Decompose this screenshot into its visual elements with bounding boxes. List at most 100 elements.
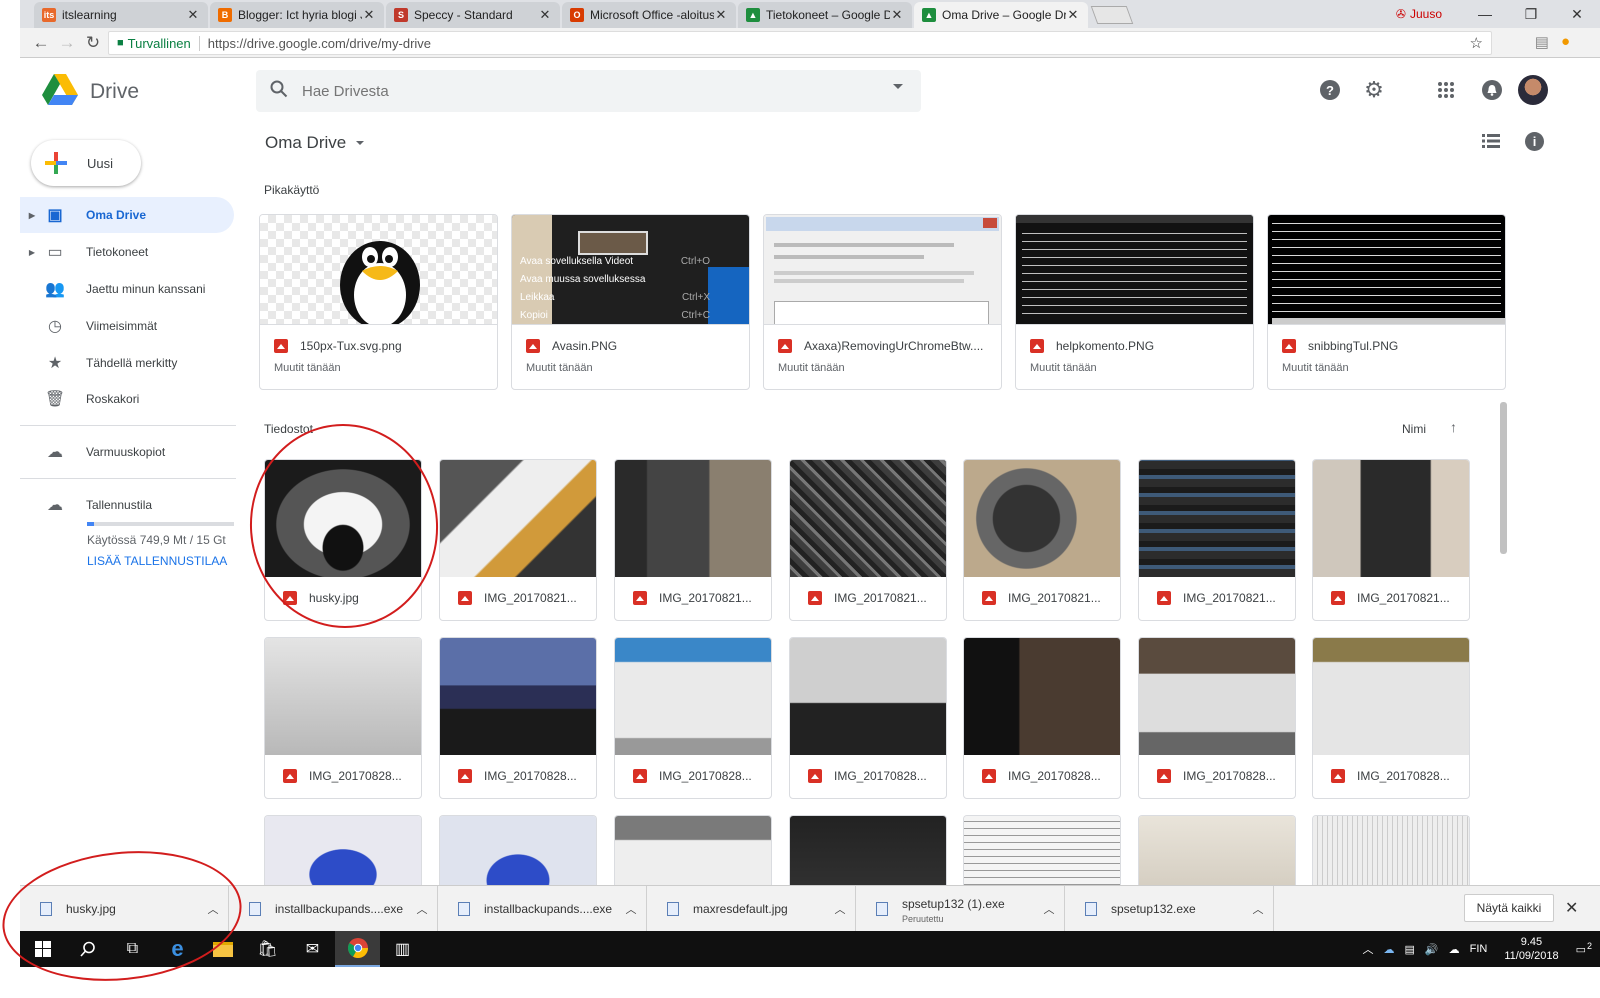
file-card[interactable]: [439, 815, 597, 885]
download-options-chevron-icon[interactable]: ︿: [825, 901, 855, 917]
download-item[interactable]: installbackupands....exe ︿: [438, 885, 647, 932]
show-all-downloads-button[interactable]: Näytä kaikki: [1464, 894, 1554, 922]
quick-access-thumbnail[interactable]: [1016, 215, 1253, 325]
file-thumbnail[interactable]: [790, 638, 946, 755]
quick-access-thumbnail[interactable]: [764, 215, 1001, 325]
file-card[interactable]: [963, 815, 1121, 885]
search-input[interactable]: [302, 82, 862, 100]
file-card[interactable]: IMG_20170828...: [264, 637, 422, 799]
sort-direction-arrow-icon[interactable]: ↑: [1450, 419, 1457, 435]
app-taskbar-icon[interactable]: ▥: [380, 931, 425, 967]
notifications-bell-icon[interactable]: [1480, 78, 1504, 102]
close-download-bar-icon[interactable]: ✕: [1565, 898, 1578, 918]
file-thumbnail[interactable]: [1139, 460, 1295, 577]
file-thumbnail[interactable]: [1139, 816, 1295, 885]
forward-icon[interactable]: →: [54, 33, 80, 53]
browser-tab[interactable]: ▲ Oma Drive – Google Drive✕: [914, 2, 1088, 28]
file-thumbnail[interactable]: [964, 460, 1120, 577]
file-card[interactable]: IMG_20170821...: [1138, 459, 1296, 621]
language-indicator[interactable]: FIN: [1470, 943, 1488, 955]
close-icon[interactable]: ✕: [1554, 6, 1600, 23]
download-options-chevron-icon[interactable]: ︿: [407, 901, 437, 917]
file-card[interactable]: [1138, 815, 1296, 885]
file-card[interactable]: [1312, 815, 1470, 885]
extension-icon[interactable]: ▤: [1535, 33, 1549, 51]
search-icon[interactable]: [256, 80, 302, 103]
download-item[interactable]: maxresdefault.jpg ︿: [647, 885, 856, 932]
breadcrumb[interactable]: Oma Drive: [265, 133, 365, 153]
file-card[interactable]: [789, 815, 947, 885]
file-thumbnail[interactable]: [790, 460, 946, 577]
file-card[interactable]: IMG_20170821...: [614, 459, 772, 621]
sidebar-item-my-drive[interactable]: ▶ ▣ Oma Drive: [20, 197, 234, 233]
file-card[interactable]: IMG_20170821...: [439, 459, 597, 621]
browser-user[interactable]: ✇ Juuso: [1396, 7, 1442, 21]
back-icon[interactable]: ←: [28, 33, 54, 53]
browser-tab[interactable]: B Blogger: Ict hyria blogi Ju ✕: [210, 2, 384, 28]
quick-access-card[interactable]: Avaa sovelluksella Videot Ctrl+O Avaa muus…: [511, 214, 750, 390]
quick-access-card[interactable]: 150px-Tux.svg.png Muutit tänään: [259, 214, 498, 390]
file-thumbnail[interactable]: [615, 638, 771, 755]
sidebar-item-shared[interactable]: 👥 Jaettu minun kanssani: [20, 271, 234, 307]
sidebar-item-backups[interactable]: ☁ Varmuuskopiot: [20, 434, 234, 470]
list-view-icon[interactable]: [1482, 133, 1500, 149]
sidebar-item-trash[interactable]: 🗑 Roskakori: [20, 381, 234, 417]
sidebar-item-storage[interactable]: ☁ Tallennustila: [20, 487, 234, 523]
quick-access-thumbnail[interactable]: Avaa sovelluksella Videot Ctrl+O Avaa muus…: [512, 215, 749, 325]
tab-close-icon[interactable]: ✕: [714, 7, 728, 23]
file-thumbnail[interactable]: [440, 638, 596, 755]
file-card[interactable]: [264, 815, 422, 885]
clock[interactable]: 9.45 11/09/2018: [1504, 935, 1558, 963]
tab-close-icon[interactable]: ✕: [186, 7, 200, 23]
minimize-icon[interactable]: —: [1462, 6, 1508, 22]
restore-icon[interactable]: ❐: [1508, 6, 1554, 23]
file-card[interactable]: IMG_20170828...: [1138, 637, 1296, 799]
quick-access-thumbnail[interactable]: [260, 215, 497, 325]
browser-tab[interactable]: O Microsoft Office -aloitus ✕: [562, 2, 736, 28]
file-card[interactable]: IMG_20170828...: [439, 637, 597, 799]
download-options-chevron-icon[interactable]: ︿: [616, 901, 646, 917]
file-thumbnail[interactable]: [964, 638, 1120, 755]
network-icon[interactable]: ▤: [1405, 943, 1415, 956]
file-card[interactable]: IMG_20170821...: [1312, 459, 1470, 621]
app-title[interactable]: Drive: [90, 80, 139, 104]
expand-arrow-icon[interactable]: ▶: [20, 211, 44, 220]
account-avatar[interactable]: [1518, 75, 1548, 105]
expand-arrow-icon[interactable]: ▶: [20, 248, 44, 257]
file-card[interactable]: IMG_20170828...: [614, 637, 772, 799]
file-thumbnail[interactable]: [265, 638, 421, 755]
tab-close-icon[interactable]: ✕: [362, 7, 376, 23]
sidebar-item-recent[interactable]: ◷ Viimeisimmät: [20, 308, 234, 344]
volume-icon[interactable]: 🔊: [1425, 943, 1439, 956]
file-thumbnail[interactable]: [615, 460, 771, 577]
new-tab-button[interactable]: [1090, 6, 1134, 24]
download-item[interactable]: installbackupands....exe ︿: [229, 885, 438, 932]
quick-access-thumbnail[interactable]: [1268, 215, 1505, 325]
mail-icon[interactable]: ✉: [290, 931, 335, 967]
file-card[interactable]: IMG_20170828...: [789, 637, 947, 799]
url-field[interactable]: ■ Turvallinen https://drive.google.com/d…: [108, 31, 1492, 55]
quick-access-card[interactable]: helpkomento.PNG Muutit tänään: [1015, 214, 1254, 390]
help-icon[interactable]: ?: [1318, 78, 1342, 102]
tab-close-icon[interactable]: ✕: [890, 7, 904, 23]
file-card[interactable]: [614, 815, 772, 885]
browser-tab[interactable]: S Speccy - Standard ✕: [386, 2, 560, 28]
file-thumbnail[interactable]: [440, 816, 596, 885]
store-icon[interactable]: 🛍: [245, 931, 290, 967]
tray-expand-icon[interactable]: ︿: [1363, 941, 1374, 957]
file-card[interactable]: IMG_20170828...: [963, 637, 1121, 799]
browser-tab[interactable]: its itslearning ✕: [34, 2, 208, 28]
reload-icon[interactable]: ↻: [80, 33, 106, 53]
settings-gear-icon[interactable]: ⚙: [1362, 77, 1386, 102]
quick-access-card[interactable]: Axaxa)RemovingUrChromeBtw.... Muutit tänä…: [763, 214, 1002, 390]
file-thumbnail[interactable]: [440, 460, 596, 577]
file-thumbnail[interactable]: [964, 816, 1120, 885]
search-box[interactable]: [256, 70, 921, 112]
chrome-taskbar-icon[interactable]: [335, 931, 380, 967]
file-thumbnail[interactable]: [1313, 816, 1469, 885]
file-card[interactable]: IMG_20170821...: [789, 459, 947, 621]
tab-close-icon[interactable]: ✕: [1066, 7, 1080, 23]
apps-grid-icon[interactable]: [1434, 78, 1458, 102]
action-center-icon[interactable]: ▭ 2: [1576, 941, 1592, 956]
quick-access-card[interactable]: snibbingTul.PNG Muutit tänään: [1267, 214, 1506, 390]
